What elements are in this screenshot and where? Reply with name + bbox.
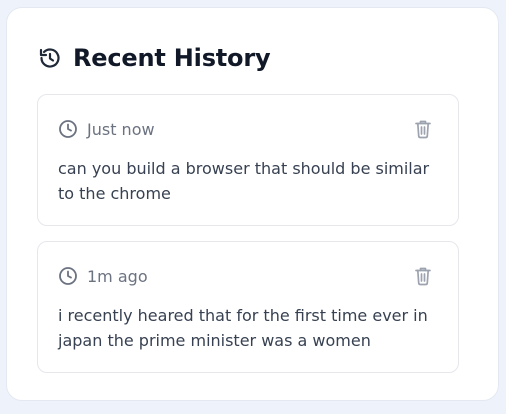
panel-header: Recent History <box>38 43 271 73</box>
history-item[interactable]: Just now can you build a browser that sh… <box>37 94 459 226</box>
history-item-meta: 1m ago <box>58 264 148 288</box>
history-item-text: i recently heared that for the first tim… <box>58 306 428 350</box>
history-item-timestamp: Just now <box>87 119 155 139</box>
history-item-meta: Just now <box>58 117 155 141</box>
delete-button[interactable] <box>412 119 434 143</box>
trash-icon <box>414 266 432 290</box>
clock-icon <box>58 119 78 139</box>
history-item-text: can you build a browser that should be s… <box>58 159 430 203</box>
clock-icon <box>58 266 78 286</box>
trash-icon <box>414 119 432 143</box>
delete-button[interactable] <box>412 266 434 290</box>
panel-title: Recent History <box>73 44 271 72</box>
history-item[interactable]: 1m ago i recently heared that for the fi… <box>37 241 459 373</box>
recent-history-panel: Recent History Just now can you build a … <box>6 7 499 401</box>
history-icon <box>38 46 62 70</box>
history-item-timestamp: 1m ago <box>87 266 148 286</box>
